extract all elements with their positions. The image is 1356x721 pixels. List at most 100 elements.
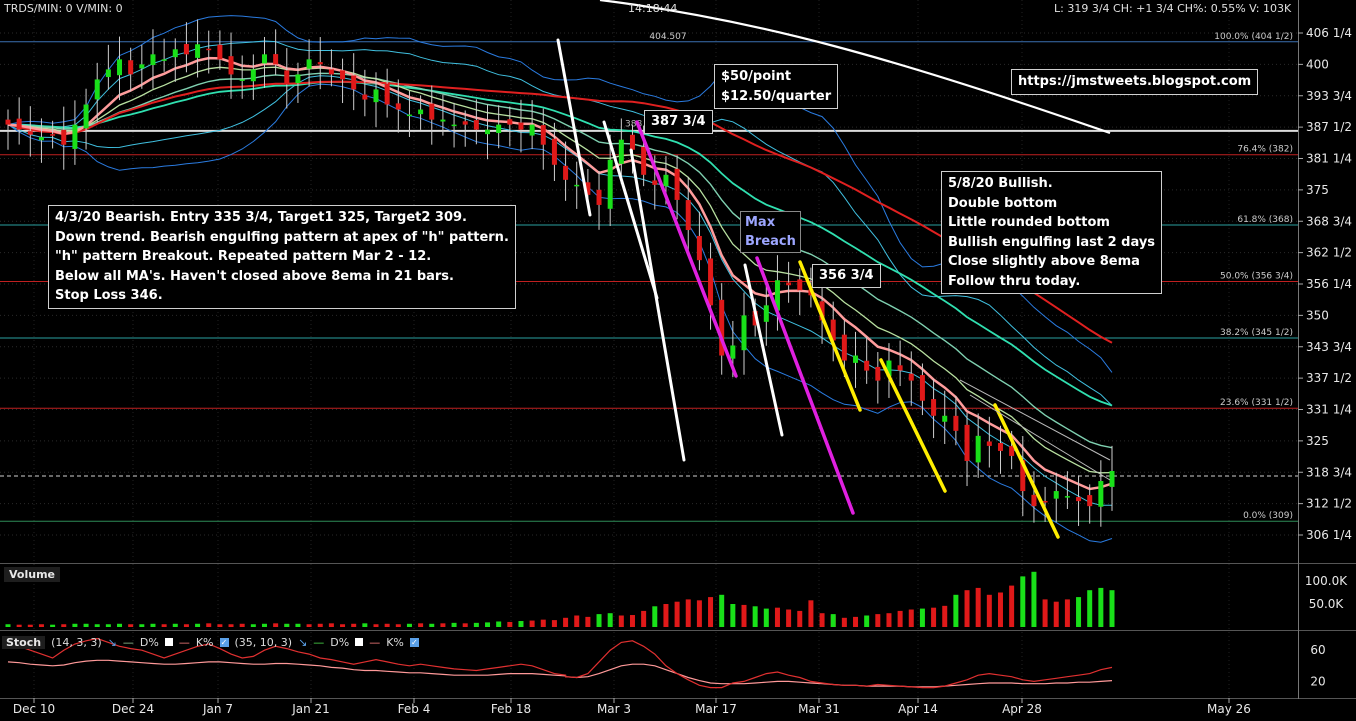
volume-bar: [607, 613, 613, 627]
volume-bar: [27, 624, 33, 627]
volume-bar: [763, 608, 769, 627]
candle-body: [429, 103, 435, 120]
settings-arrow-icon[interactable]: ↘: [298, 636, 307, 649]
checkbox-icon[interactable]: ✓: [219, 637, 229, 647]
checkbox-icon[interactable]: ✓: [409, 637, 419, 647]
volume-bar: [964, 590, 970, 627]
candle-body: [696, 235, 702, 261]
k-label: K%: [195, 635, 214, 649]
price-tick-label: 350: [1306, 308, 1329, 322]
k-label: K%: [386, 635, 404, 649]
date-tick-label: Apr 14: [898, 702, 938, 716]
level-label: 404.507: [649, 32, 686, 42]
volume-bar: [94, 624, 100, 627]
volume-bar: [50, 624, 56, 627]
color-box-icon[interactable]: [164, 638, 173, 646]
candle-body: [1087, 495, 1093, 507]
candle-body: [105, 69, 111, 78]
candle-body: [663, 174, 669, 187]
last-price-readout: L: 319 3/4 CH: +1 3/4 CH%: 0.55% V: 103K: [1054, 2, 1292, 15]
candle-body: [607, 159, 613, 209]
date-tick-label: Feb 4: [398, 702, 431, 716]
date-tick-label: Mar 17: [695, 702, 737, 716]
volume-bar: [942, 605, 948, 627]
volume-bar: [975, 587, 981, 627]
volume-bar: [206, 623, 212, 627]
volume-bar: [652, 606, 658, 627]
stoch-tick-label: 20: [1310, 674, 1325, 688]
candle-body: [708, 258, 714, 306]
volume-bar: [953, 594, 959, 627]
candle-body: [406, 114, 412, 117]
volume-bar: [128, 624, 134, 627]
stoch-params-slow[interactable]: (35, 10, 3): [235, 636, 293, 649]
volume-bar: [172, 623, 178, 627]
point-value-note: $50/point $12.50/quarter: [714, 64, 839, 109]
volume-bar: [273, 623, 279, 627]
candle-body: [473, 120, 479, 130]
volume-bar: [183, 624, 189, 627]
stoch-pane-label: Stoch: [2, 635, 46, 649]
price-axis: 406 1/4 400 393 3/4 387 1/2 381 1/4 375 368 3/…: [1298, 26, 1352, 688]
candle-body: [1109, 470, 1115, 487]
volume-bar: [239, 623, 245, 627]
volume-bar: [61, 624, 67, 627]
candle-body: [997, 442, 1003, 451]
candle-body: [50, 134, 56, 136]
stoch-legend: Stoch (14, 3, 3) ↘ — D% — K% ✓ (35, 10, …: [2, 634, 419, 650]
price-tick-label: 343 3/4: [1306, 340, 1352, 354]
volume-bar: [1009, 585, 1015, 627]
volume-bar: [117, 623, 123, 627]
volume-bar: [1042, 599, 1048, 627]
volume-bar: [841, 617, 847, 627]
candle-body: [540, 125, 546, 145]
volume-bar: [786, 609, 792, 627]
volume-bar: [819, 613, 825, 627]
price-tick-label: 387 1/2: [1306, 120, 1352, 134]
stoch-params-fast[interactable]: (14, 3, 3): [51, 636, 102, 649]
volume-bar: [429, 623, 435, 627]
candle-body: [228, 56, 234, 75]
candle-body: [897, 365, 903, 371]
candle-body: [652, 180, 658, 185]
volume-bar: [797, 610, 803, 627]
volume-bar: [72, 623, 78, 627]
fib-label: 76.4% (382): [1237, 145, 1293, 155]
color-box-icon[interactable]: [355, 638, 364, 646]
volume-bar: [150, 623, 156, 627]
clock: 14:18:44: [628, 2, 678, 15]
volume-bar: [105, 624, 111, 627]
volume-bar: [596, 614, 602, 627]
candle-body: [875, 366, 881, 381]
price-tick-label: 400: [1306, 57, 1329, 71]
volume-bar: [507, 621, 513, 627]
volume-bar: [261, 623, 267, 627]
d-line-swatch-icon: —: [313, 635, 325, 649]
candle-body: [975, 435, 981, 463]
candle-body: [72, 124, 78, 149]
volume-bar: [931, 607, 937, 627]
volume-bar: [161, 624, 167, 627]
candle-body: [618, 139, 624, 164]
volume-bar: [774, 607, 780, 627]
candle-body: [853, 355, 859, 363]
candle-body: [841, 334, 847, 361]
trade-stats: TRDS/MIN: 0 V/MIN: 0: [4, 2, 123, 15]
settings-arrow-icon[interactable]: ↘: [108, 636, 117, 649]
volume-bar: [195, 623, 201, 627]
date-tick-label: May 26: [1207, 702, 1251, 716]
candle-body: [139, 64, 145, 69]
candle-body: [797, 279, 803, 291]
price-tick-label: 375: [1306, 183, 1329, 197]
date-tick-label: Feb 18: [491, 702, 531, 716]
volume-bar: [719, 594, 725, 627]
candle-body: [953, 415, 959, 431]
fib-label: 100.0% (404 1/2): [1214, 32, 1293, 42]
volume-bar: [674, 601, 680, 627]
candle-body: [485, 129, 491, 135]
fib-label: 38.2% (345 1/2): [1220, 328, 1293, 338]
volume-bar: [139, 624, 145, 627]
price-tick-label: 312 1/2: [1306, 497, 1352, 511]
candle-body: [440, 119, 446, 122]
candle-body: [741, 315, 747, 351]
